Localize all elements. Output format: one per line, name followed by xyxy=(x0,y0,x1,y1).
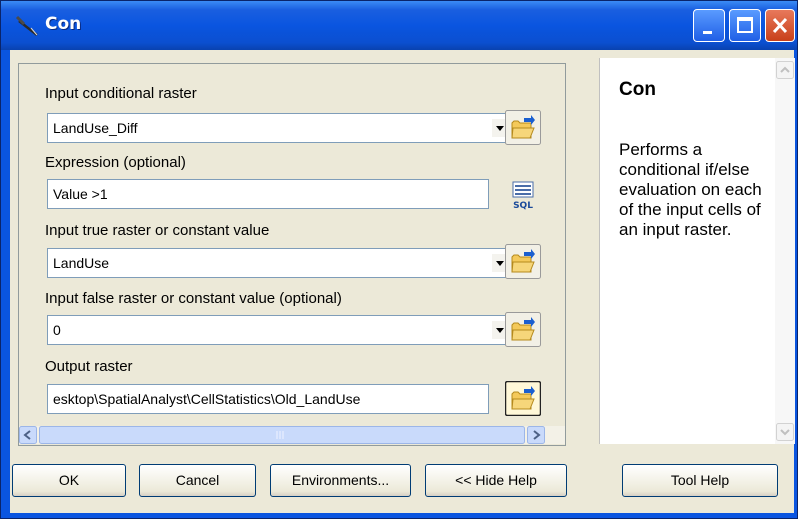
title-bar[interactable]: Con xyxy=(1,1,797,50)
dialog-content: Input conditional raster LandUse_Diff Ex… xyxy=(10,50,795,513)
input-conditional-raster-combobox[interactable]: LandUse_Diff xyxy=(47,113,511,143)
window-title: Con xyxy=(45,14,82,34)
help-title: Con xyxy=(619,79,656,100)
output-raster-value: esktop\SpatialAnalyst\CellStatistics\Old… xyxy=(53,391,361,407)
scroll-thumb[interactable] xyxy=(39,426,525,444)
expression-label: Expression (optional) xyxy=(45,154,186,171)
environments-button[interactable]: Environments... xyxy=(270,464,411,497)
ok-button[interactable]: OK xyxy=(12,464,126,497)
minimize-button[interactable] xyxy=(693,9,725,42)
close-button[interactable] xyxy=(765,9,795,42)
help-description: Performs a conditional if/else evaluatio… xyxy=(619,140,762,239)
folder-open-icon[interactable] xyxy=(505,312,541,347)
maximize-button[interactable] xyxy=(729,9,761,42)
input-false-raster-value: 0 xyxy=(53,322,61,338)
minimize-icon xyxy=(703,31,712,34)
folder-open-icon[interactable] xyxy=(505,244,541,279)
expression-value: Value >1 xyxy=(53,186,108,202)
scroll-down-button[interactable] xyxy=(775,422,795,442)
parameters-horizontal-scrollbar[interactable] xyxy=(19,426,565,444)
input-false-raster-label: Input false raster or constant value (op… xyxy=(45,290,342,307)
dialog-button-row: OK Cancel Environments... << Hide Help T… xyxy=(10,450,794,513)
folder-open-icon[interactable] xyxy=(505,381,541,416)
output-raster-input[interactable]: esktop\SpatialAnalyst\CellStatistics\Old… xyxy=(47,384,489,414)
input-true-raster-value: LandUse xyxy=(53,255,110,271)
input-false-raster-combobox[interactable]: 0 xyxy=(47,315,511,345)
parameters-panel: Input conditional raster LandUse_Diff Ex… xyxy=(18,63,566,446)
scroll-up-button[interactable] xyxy=(775,60,795,80)
maximize-icon xyxy=(737,17,753,33)
input-conditional-raster-label: Input conditional raster xyxy=(45,85,197,102)
hammer-icon xyxy=(15,15,38,36)
window-frame-left xyxy=(1,50,10,518)
input-conditional-raster-value: LandUse_Diff xyxy=(53,120,138,136)
tool-help-button[interactable]: Tool Help xyxy=(622,464,778,497)
window-frame-bottom xyxy=(1,513,797,518)
output-raster-label: Output raster xyxy=(45,358,133,375)
hide-help-button[interactable]: << Hide Help xyxy=(425,464,567,497)
sql-query-icon[interactable]: SQL xyxy=(507,179,539,211)
cancel-button[interactable]: Cancel xyxy=(139,464,256,497)
close-icon xyxy=(772,17,788,34)
scroll-left-button[interactable] xyxy=(19,426,37,444)
input-true-raster-combobox[interactable]: LandUse xyxy=(47,248,511,278)
input-true-raster-label: Input true raster or constant value xyxy=(45,222,270,239)
scroll-right-button[interactable] xyxy=(527,426,545,444)
svg-text:SQL: SQL xyxy=(513,201,533,211)
expression-input[interactable]: Value >1 xyxy=(47,179,489,209)
help-panel: Con Performs a conditional if/else evalu… xyxy=(599,58,795,444)
help-vertical-scrollbar[interactable] xyxy=(775,58,795,444)
folder-open-icon[interactable] xyxy=(505,110,541,145)
con-tool-window: Con Input conditional raster LandUse_Dif… xyxy=(0,0,798,519)
